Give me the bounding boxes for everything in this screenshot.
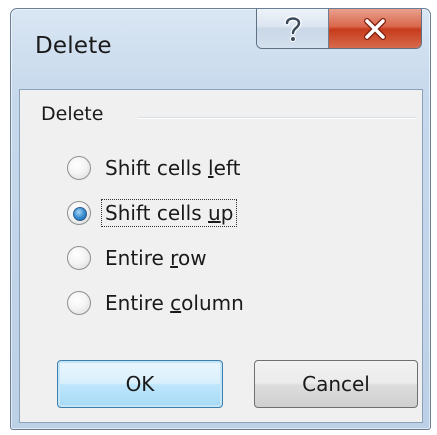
- help-icon: [284, 15, 302, 42]
- dialog-title: Delete: [35, 33, 112, 59]
- close-icon: [364, 17, 386, 40]
- delete-options: Shift cells left Shift cells up Entire r…: [67, 145, 248, 325]
- option-label: Entire column: [105, 290, 244, 315]
- option-entire-column[interactable]: Entire column: [67, 280, 248, 325]
- dialog-body: Delete Shift cells left Shift cells up E…: [19, 89, 423, 423]
- close-button[interactable]: [329, 9, 421, 48]
- radio-entire-row[interactable]: [67, 245, 91, 270]
- radio-shift-cells-up[interactable]: [67, 200, 91, 225]
- radio-entire-column[interactable]: [67, 290, 91, 315]
- help-button[interactable]: [257, 9, 329, 48]
- option-label: Shift cells left: [105, 155, 241, 180]
- title-bar[interactable]: Delete: [11, 9, 430, 89]
- caption-buttons: [256, 9, 422, 49]
- option-shift-cells-up[interactable]: Shift cells up: [67, 190, 248, 235]
- group-label: Delete: [41, 103, 110, 125]
- option-shift-cells-left[interactable]: Shift cells left: [67, 145, 248, 190]
- group-divider: [138, 117, 416, 119]
- radio-shift-cells-left[interactable]: [67, 155, 91, 180]
- option-label: Shift cells up: [101, 198, 238, 227]
- cancel-button[interactable]: Cancel: [254, 360, 418, 408]
- delete-dialog: Delete Delete Shift cells left Shift cel…: [10, 8, 431, 430]
- ok-button[interactable]: OK: [57, 360, 223, 408]
- option-label: Entire row: [105, 245, 207, 270]
- option-entire-row[interactable]: Entire row: [67, 235, 248, 280]
